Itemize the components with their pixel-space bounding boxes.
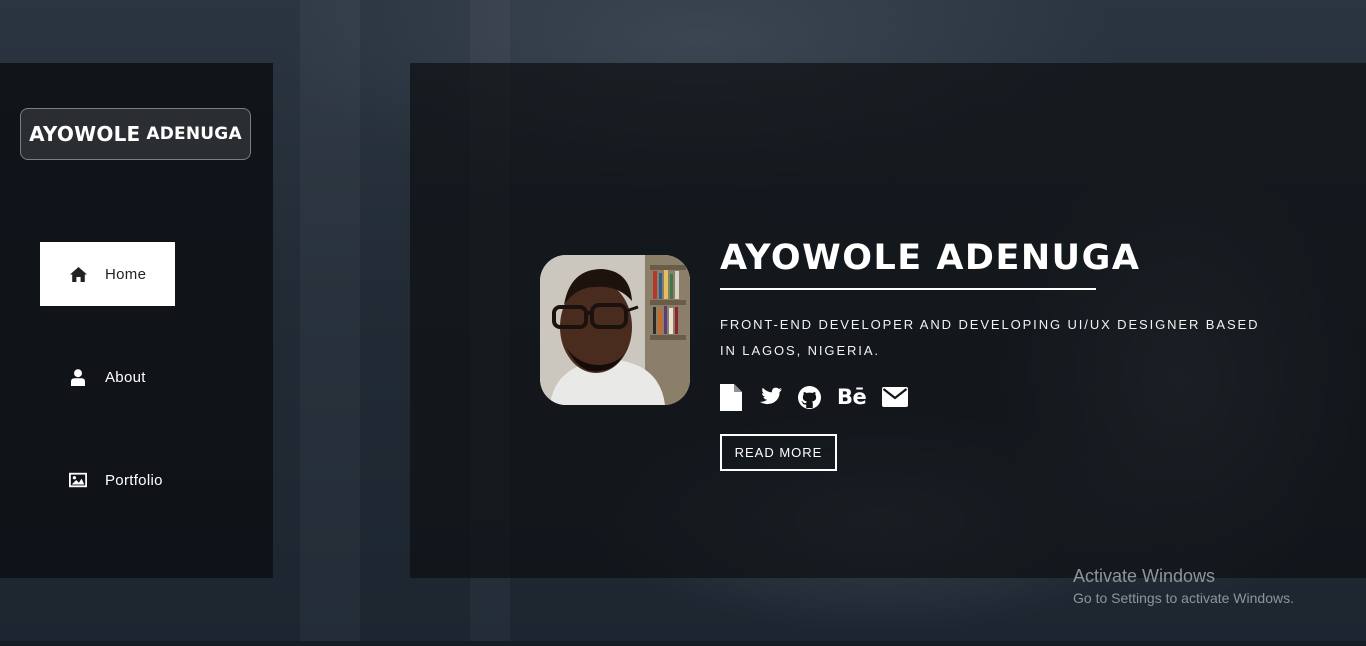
social-links: Bē (720, 382, 924, 412)
watermark-title: Activate Windows (1073, 566, 1216, 586)
hero-name: AYOWOLE ADENUGA (720, 238, 1141, 278)
envelope-icon[interactable] (882, 387, 909, 407)
behance-icon[interactable]: Bē (837, 386, 867, 408)
nav-item-home[interactable]: Home (40, 242, 175, 306)
site-logo[interactable]: AYOWOLE ADENUGA (20, 108, 251, 160)
nav-label-portfolio: Portfolio (105, 471, 163, 489)
nav-item-about[interactable]: About (40, 345, 175, 409)
home-icon (69, 265, 87, 283)
watermark-subtitle: Go to Settings to activate Windows. (1073, 590, 1294, 606)
read-more-button[interactable]: READ MORE (720, 434, 837, 471)
logo-first-name: AYOWOLE (29, 122, 141, 146)
nav-label-about: About (105, 368, 146, 386)
logo-last-name: ADENUGA (146, 124, 242, 144)
hero-tagline: FRONT-END DEVELOPER AND DEVELOPING UI/UX… (720, 317, 1260, 358)
taskbar-edge (0, 641, 1366, 646)
nav-label-home: Home (105, 265, 147, 283)
github-icon[interactable] (798, 385, 821, 409)
windows-activation-watermark: Activate Windows Go to Settings to activ… (1073, 565, 1294, 609)
document-icon[interactable] (720, 383, 742, 411)
nav-item-portfolio[interactable]: Portfolio (40, 448, 175, 512)
user-icon (69, 368, 87, 386)
twitter-icon[interactable] (758, 387, 782, 407)
sidebar: AYOWOLE ADENUGA Home About Portfolio (0, 63, 273, 578)
image-icon (69, 471, 87, 489)
profile-photo (540, 255, 690, 405)
background-stripe (300, 0, 360, 646)
name-underline (720, 288, 1096, 290)
